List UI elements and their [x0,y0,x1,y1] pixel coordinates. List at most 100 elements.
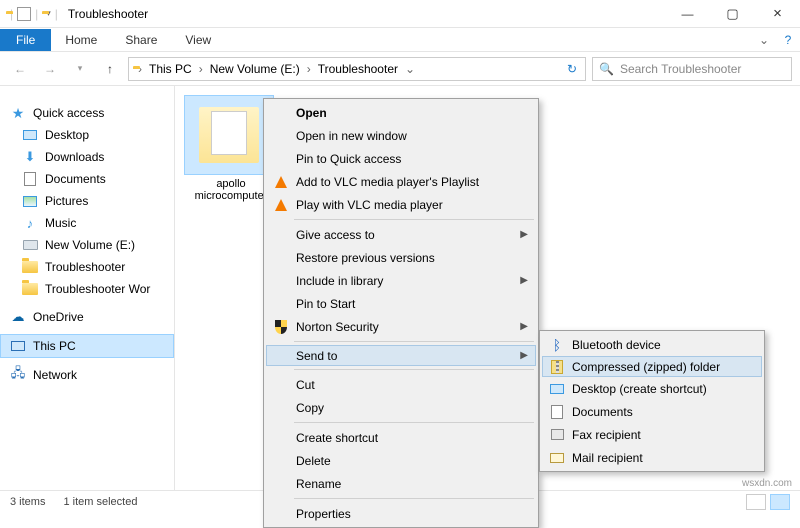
mail-icon [546,453,568,463]
desktop-icon [22,127,38,143]
search-icon: 🔍 [599,62,614,76]
ribbon: File Home Share View ⌄ ? [0,28,800,52]
qat-divider: | [35,7,38,21]
chevron-right-icon: ▶ [520,350,528,361]
close-button[interactable]: × [755,0,800,28]
sendto-compressed[interactable]: Compressed (zipped) folder [542,356,762,377]
folder-thumbnail [185,96,273,174]
breadcrumb-this-pc[interactable]: This PC [147,62,194,76]
breadcrumb-folder[interactable]: Troubleshooter [316,62,400,76]
nav-desktop[interactable]: Desktop [0,124,174,146]
ctx-vlc-play[interactable]: Play with VLC media player [266,193,536,216]
breadcrumb-volume[interactable]: New Volume (E:) [208,62,302,76]
qat-dropdown-icon[interactable]: ▾ [46,8,51,19]
share-tab[interactable]: Share [111,29,171,51]
chevron-down-icon[interactable]: ⌄ [402,62,418,76]
ctx-copy[interactable]: Copy [266,396,536,419]
star-icon: ★ [10,105,26,121]
download-icon: ⬇ [22,149,38,165]
ctx-norton[interactable]: Norton Security▶ [266,315,536,338]
watermark: wsxdn.com [742,478,792,489]
ctx-open-new-window[interactable]: Open in new window [266,124,536,147]
search-placeholder: Search Troubleshooter [620,62,741,76]
search-input[interactable]: 🔍 Search Troubleshooter [592,57,792,81]
maximize-button[interactable]: ▢ [710,0,755,28]
refresh-button[interactable]: ↻ [563,62,581,76]
status-selected: 1 item selected [63,496,137,508]
sendto-desktop[interactable]: Desktop (create shortcut) [542,377,762,400]
ctx-properties[interactable]: Properties [266,502,536,525]
ctx-shortcut[interactable]: Create shortcut [266,426,536,449]
ctx-rename[interactable]: Rename [266,472,536,495]
nav-this-pc[interactable]: This PC [0,334,174,358]
ctx-open[interactable]: Open [266,101,536,124]
nav-music[interactable]: ♪Music [0,212,174,234]
pc-icon [10,338,26,354]
chevron-right-icon[interactable]: › [196,62,206,76]
forward-button[interactable]: → [38,57,62,81]
ctx-vlc-add[interactable]: Add to VLC media player's Playlist [266,170,536,193]
sendto-mail[interactable]: Mail recipient [542,446,762,469]
address-bar: ← → ▾ ↑ › This PC › New Volume (E:) › Tr… [0,52,800,86]
up-button[interactable]: ↑ [98,57,122,81]
nav-downloads[interactable]: ⬇Downloads [0,146,174,168]
back-button[interactable]: ← [8,57,32,81]
sendto-bluetooth[interactable]: ᛒBluetooth device [542,333,762,356]
nav-documents[interactable]: Documents [0,168,174,190]
document-icon [22,171,38,187]
zip-icon [546,360,568,374]
shield-icon [270,320,292,334]
status-item-count: 3 items [10,496,45,508]
vlc-icon [270,176,292,188]
context-submenu-sendto: ᛒBluetooth device Compressed (zipped) fo… [539,330,765,472]
fax-icon [546,429,568,440]
bluetooth-icon: ᛒ [546,337,568,353]
file-tab[interactable]: File [0,29,51,51]
ctx-pin-quick[interactable]: Pin to Quick access [266,147,536,170]
cloud-icon: ☁ [10,309,26,325]
ctx-pin-start[interactable]: Pin to Start [266,292,536,315]
nav-network[interactable]: 🖧Network [0,364,174,386]
context-menu: Open Open in new window Pin to Quick acc… [263,98,539,528]
chevron-right-icon: ▶ [520,275,528,286]
drive-icon [22,237,38,253]
help-button[interactable]: ? [776,33,800,47]
folder-icon [22,259,38,275]
qat-checkbox-icon[interactable] [17,7,31,21]
ctx-include-library[interactable]: Include in library▶ [266,269,536,292]
nav-onedrive[interactable]: ☁OneDrive [0,306,174,328]
desktop-icon [546,384,568,394]
music-icon: ♪ [22,215,38,231]
view-icons-button[interactable] [770,494,790,510]
title-bar: | | ▾ | Troubleshooter — ▢ × [0,0,800,28]
recent-dropdown[interactable]: ▾ [68,57,92,81]
nav-new-volume[interactable]: New Volume (E:) [0,234,174,256]
network-icon: 🖧 [10,367,26,383]
qat-divider: | [10,7,13,21]
nav-pictures[interactable]: Pictures [0,190,174,212]
window-title: Troubleshooter [58,7,665,21]
ctx-delete[interactable]: Delete [266,449,536,472]
ctx-restore[interactable]: Restore previous versions [266,246,536,269]
ctx-send-to[interactable]: Send to▶ [266,345,536,366]
sendto-fax[interactable]: Fax recipient [542,423,762,446]
home-tab[interactable]: Home [51,29,111,51]
minimize-button[interactable]: — [665,0,710,28]
quick-access[interactable]: ★Quick access [0,102,174,124]
view-details-button[interactable] [746,494,766,510]
vlc-icon [270,199,292,211]
chevron-right-icon[interactable]: › [304,62,314,76]
document-icon [546,405,568,419]
chevron-right-icon[interactable]: › [135,62,145,76]
chevron-right-icon: ▶ [520,229,528,240]
ctx-give-access[interactable]: Give access to▶ [266,223,536,246]
chevron-right-icon: ▶ [520,321,528,332]
folder-icon [22,281,38,297]
ctx-cut[interactable]: Cut [266,373,536,396]
view-tab[interactable]: View [171,29,225,51]
nav-troubleshooter[interactable]: Troubleshooter [0,256,174,278]
ribbon-expand-button[interactable]: ⌄ [752,33,776,47]
sendto-documents[interactable]: Documents [542,400,762,423]
breadcrumb[interactable]: › This PC › New Volume (E:) › Troublesho… [128,57,586,81]
nav-troubleshooter-wor[interactable]: Troubleshooter Wor [0,278,174,300]
